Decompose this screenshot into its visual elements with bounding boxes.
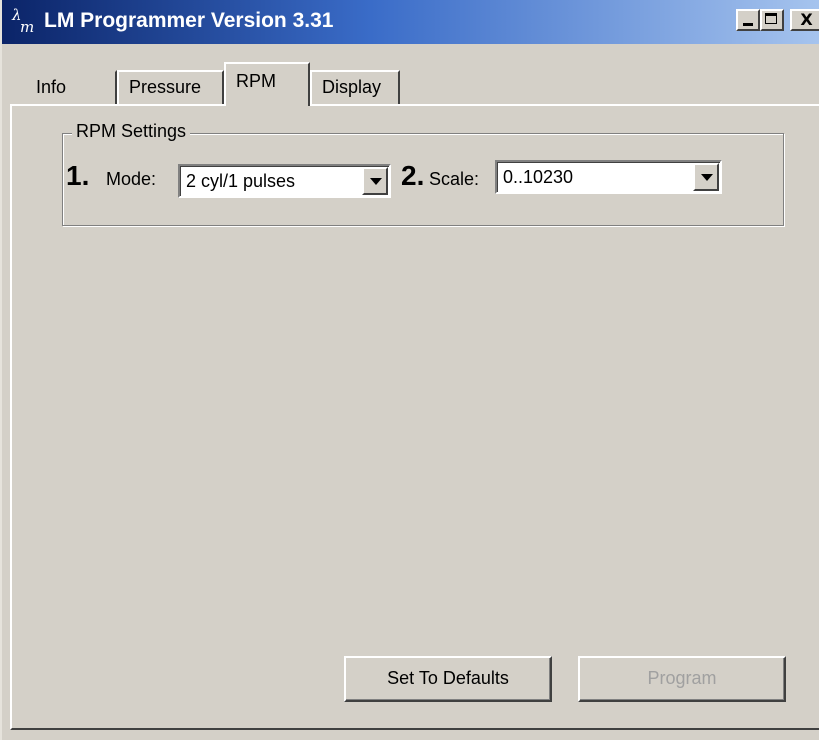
mode-dropdown-button[interactable] <box>362 167 388 195</box>
rpm-settings-group-title: RPM Settings <box>72 121 191 142</box>
chevron-down-icon <box>370 178 382 185</box>
maximize-icon <box>765 13 777 24</box>
title-bar[interactable]: λm LM Programmer Version 3.31 X <box>2 0 819 44</box>
minimize-icon <box>743 23 753 26</box>
tab-pressure[interactable]: Pressure <box>117 70 224 104</box>
scale-step-number: 2. <box>401 160 425 191</box>
chevron-down-icon <box>701 174 713 181</box>
window-title: LM Programmer Version 3.31 <box>44 9 334 32</box>
tab-rpm[interactable]: RPM <box>224 62 310 106</box>
app-window: λm LM Programmer Version 3.31 X Info Pre… <box>0 0 819 740</box>
mode-step-number: 1. <box>66 160 90 191</box>
minimize-button[interactable] <box>736 9 760 31</box>
tab-info[interactable]: Info <box>30 70 117 104</box>
mode-select-value: 2 cyl/1 pulses <box>186 171 296 191</box>
tab-rpm-label: RPM <box>236 71 276 91</box>
scale-select-value: 0..10230 <box>503 167 574 187</box>
scale-select[interactable]: 0..10230 <box>495 160 722 194</box>
tab-info-label: Info <box>36 77 67 97</box>
maximize-button[interactable] <box>760 9 784 31</box>
close-button[interactable]: X <box>790 9 819 31</box>
tab-pressure-label: Pressure <box>129 77 202 97</box>
app-logo-icon: λm <box>12 6 35 36</box>
tab-display-label: Display <box>322 77 382 97</box>
close-icon: X <box>800 10 813 29</box>
scale-dropdown-button[interactable] <box>693 163 719 191</box>
set-to-defaults-button[interactable]: Set To Defaults <box>344 656 552 702</box>
scale-label: Scale: <box>429 169 480 189</box>
program-button[interactable]: Program <box>578 656 786 702</box>
mode-select[interactable]: 2 cyl/1 pulses <box>178 164 391 198</box>
tab-display[interactable]: Display <box>310 70 400 104</box>
mode-label: Mode: <box>106 169 157 189</box>
